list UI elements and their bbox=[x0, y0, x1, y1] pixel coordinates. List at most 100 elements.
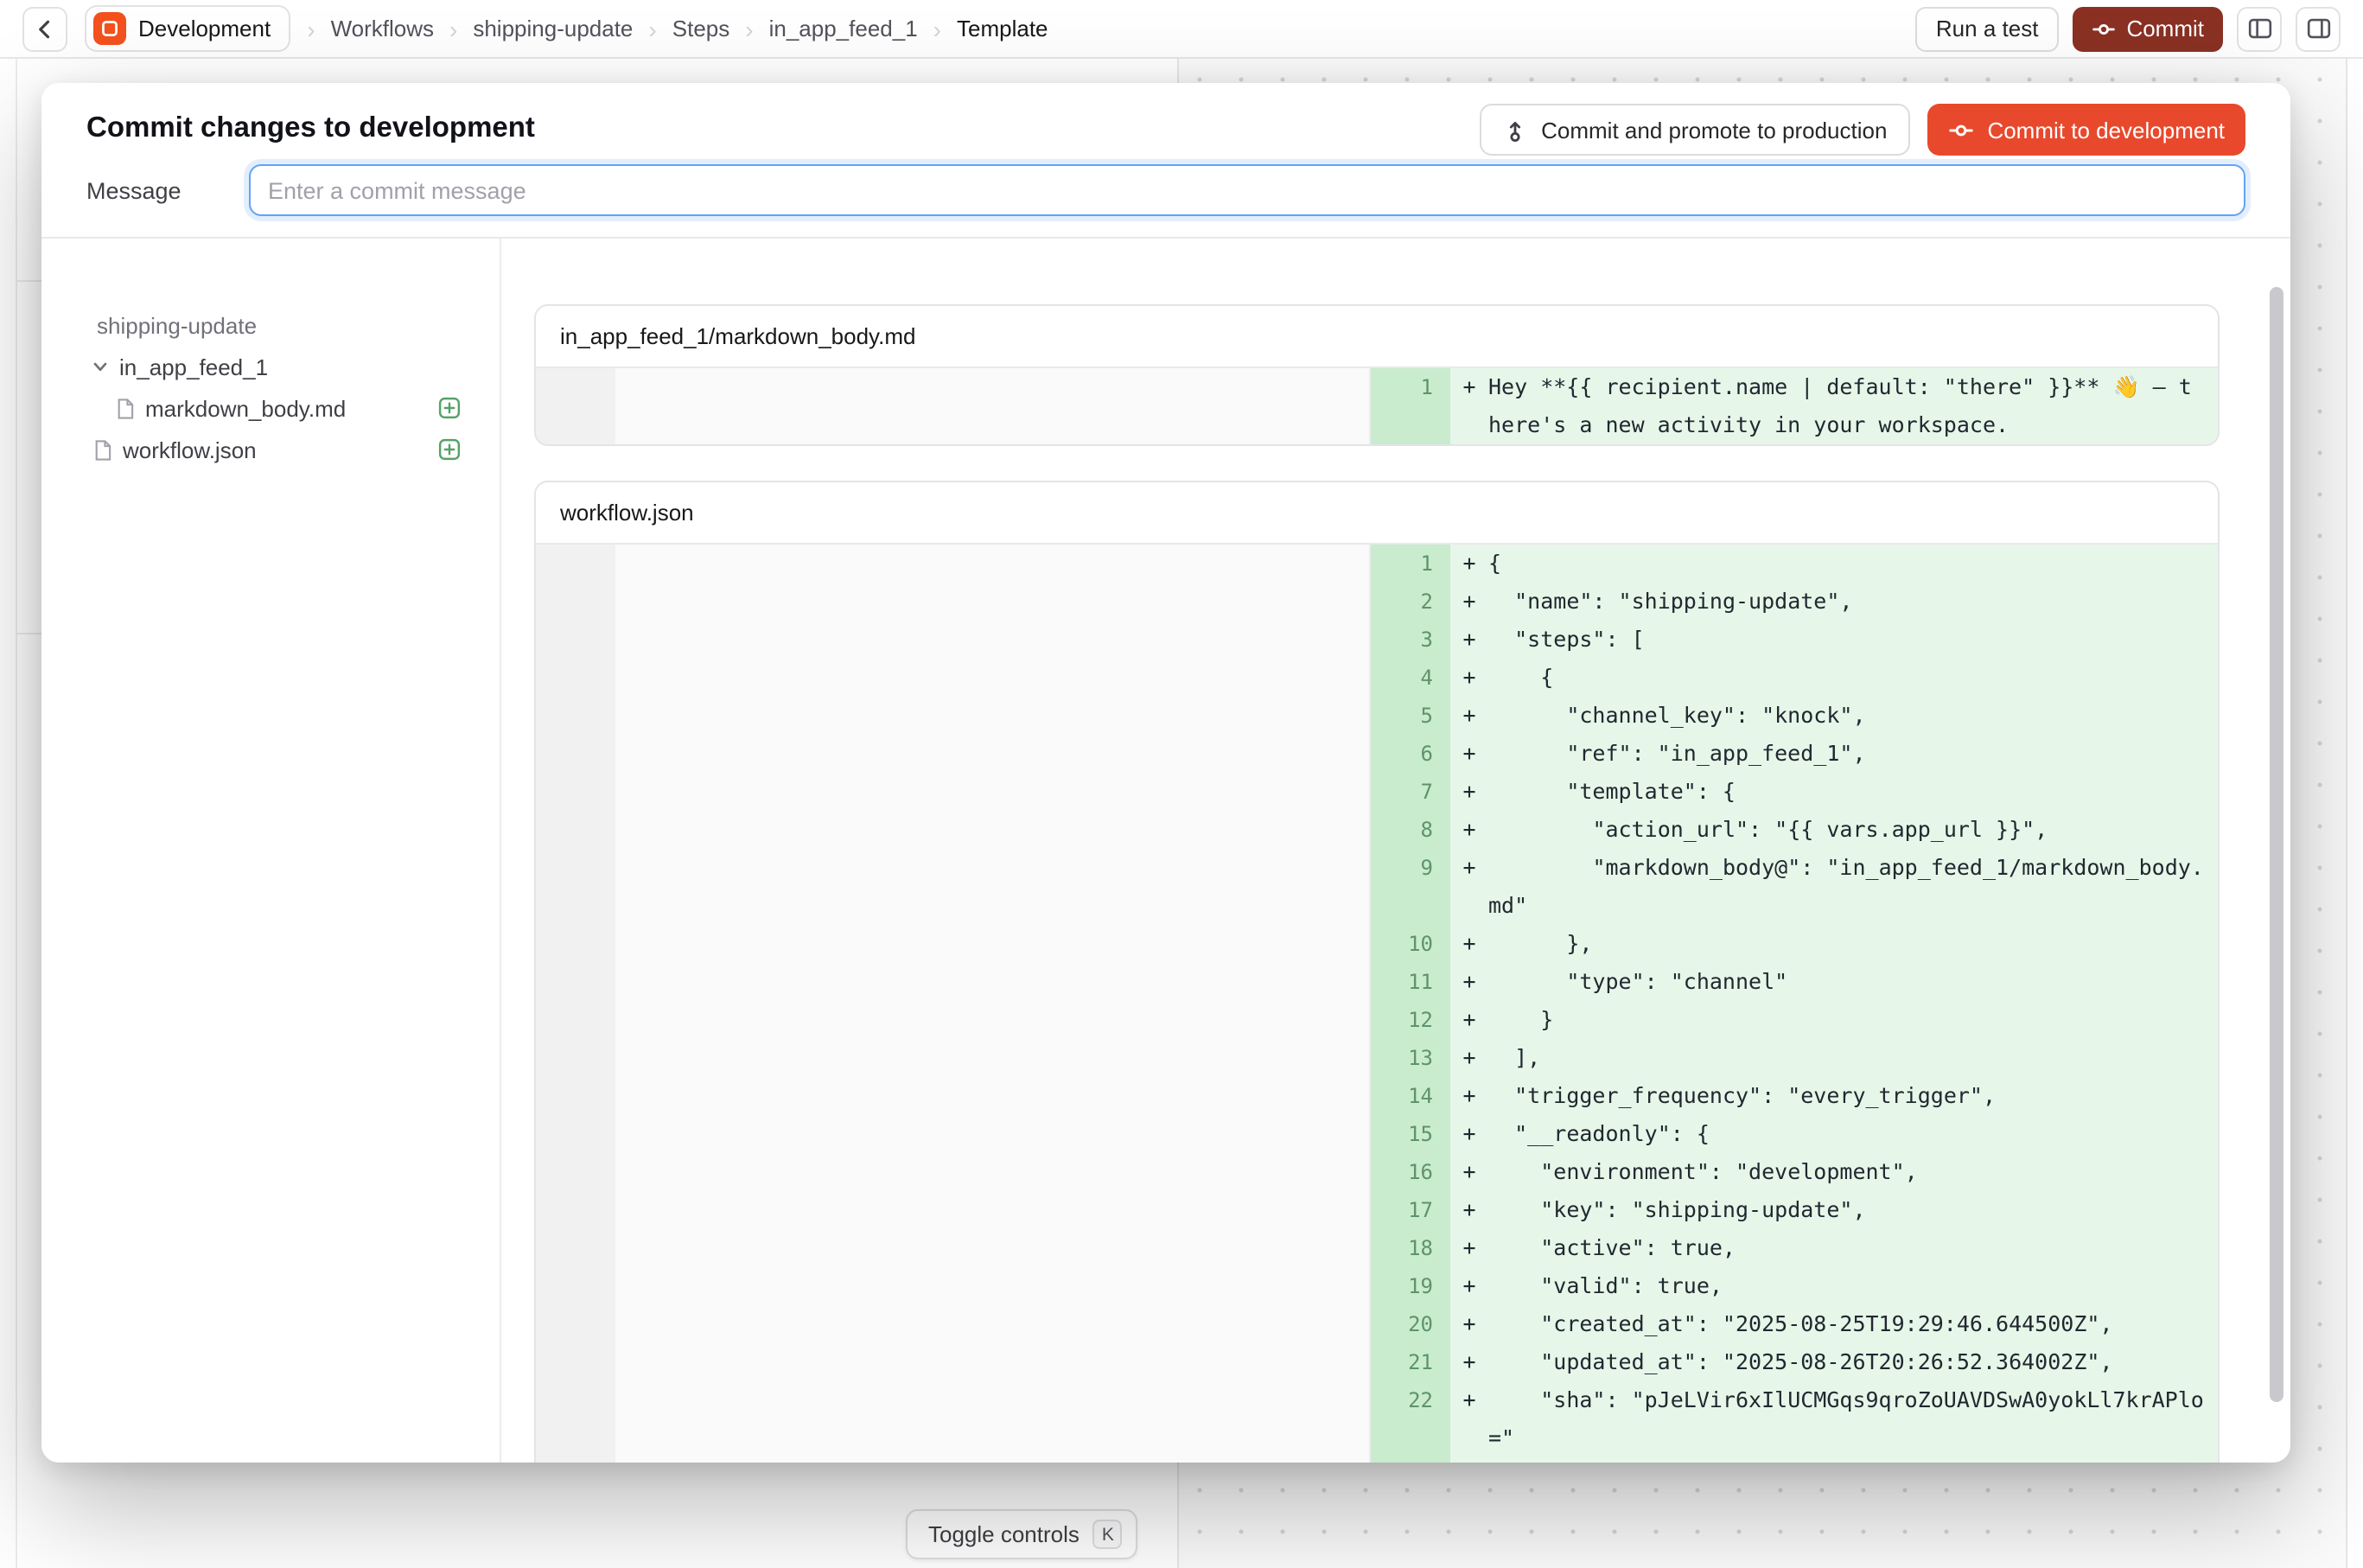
modal-scrollbar-thumb[interactable] bbox=[2270, 287, 2283, 1402]
added-line-code: "environment": "development", bbox=[1488, 1153, 2218, 1191]
breadcrumb-separator-icon: › bbox=[307, 15, 315, 42]
back-button[interactable] bbox=[22, 6, 67, 51]
commit-and-promote-button[interactable]: Commit and promote to production bbox=[1479, 104, 1909, 156]
breadcrumb: ›Workflows›shipping-update›Steps›in_app_… bbox=[307, 15, 1048, 42]
added-line-number: 9 bbox=[1371, 849, 1450, 925]
added-line-number: 10 bbox=[1371, 925, 1450, 963]
diff-plus-sign: + bbox=[1450, 368, 1488, 444]
old-line-gutter bbox=[536, 697, 615, 735]
tree-item-file[interactable]: markdown_body.md bbox=[41, 387, 500, 429]
commit-to-development-button[interactable]: Commit to development bbox=[1927, 104, 2245, 156]
diff-line: 5+ "channel_key": "knock", bbox=[536, 697, 2218, 735]
added-line-number: 2 bbox=[1371, 583, 1450, 621]
diff-lines: 1+{2+ "name": "shipping-update",3+ "step… bbox=[536, 545, 2218, 1463]
tree-item-file[interactable]: workflow.json bbox=[41, 429, 500, 470]
old-line-content bbox=[615, 1267, 1371, 1305]
diff-plus-sign: + bbox=[1450, 925, 1488, 963]
diff-plus-sign: + bbox=[1450, 773, 1488, 811]
added-line-code: "action_url": "{{ vars.app_url }}", bbox=[1488, 811, 2218, 849]
old-line-content bbox=[615, 811, 1371, 849]
keyboard-shortcut-badge: K bbox=[1093, 1520, 1123, 1549]
added-line-number: 17 bbox=[1371, 1191, 1450, 1229]
git-commit-icon bbox=[2092, 16, 2116, 41]
file-icon bbox=[114, 397, 137, 419]
old-line-content bbox=[615, 773, 1371, 811]
added-line-number: 20 bbox=[1371, 1305, 1450, 1343]
environment-label: Development bbox=[138, 16, 271, 41]
chevron-down-icon[interactable] bbox=[90, 356, 111, 377]
added-line-number: 19 bbox=[1371, 1267, 1450, 1305]
diff-line: 13+ ], bbox=[536, 1039, 2218, 1077]
old-line-gutter bbox=[536, 1191, 615, 1229]
commit-message-input[interactable] bbox=[249, 164, 2245, 216]
breadcrumb-item[interactable]: Workflows bbox=[331, 16, 434, 41]
commit-button[interactable]: Commit bbox=[2073, 6, 2223, 51]
added-line-number: 15 bbox=[1371, 1115, 1450, 1153]
old-line-content bbox=[615, 1191, 1371, 1229]
old-line-gutter bbox=[536, 735, 615, 773]
added-line-number: 5 bbox=[1371, 697, 1450, 735]
diff-plus-sign: + bbox=[1450, 963, 1488, 1001]
step-folder-name: in_app_feed_1 bbox=[119, 354, 268, 379]
message-label: Message bbox=[86, 177, 249, 203]
tree-item-workflow[interactable]: shipping-update bbox=[41, 304, 500, 346]
diff-lines: 1+Hey **{{ recipient.name | default: "th… bbox=[536, 368, 2218, 444]
diff-line: 8+ "action_url": "{{ vars.app_url }}", bbox=[536, 811, 2218, 849]
file-name: markdown_body.md bbox=[145, 395, 346, 421]
old-line-content bbox=[615, 735, 1371, 773]
added-line-code: "__readonly": { bbox=[1488, 1115, 2218, 1153]
modal-header-actions: Commit and promote to production Commit … bbox=[1479, 104, 2245, 156]
toggle-left-panel-button[interactable] bbox=[2237, 6, 2282, 51]
old-line-content bbox=[615, 1077, 1371, 1115]
modal-body: shipping-update in_app_feed_1 markdown_b… bbox=[41, 239, 2290, 1463]
diff-plus-sign: + bbox=[1450, 1267, 1488, 1305]
toggle-controls-button[interactable]: Toggle controls K bbox=[906, 1509, 1138, 1559]
added-line-code: "type": "channel" bbox=[1488, 963, 2218, 1001]
diff-card: in_app_feed_1/markdown_body.md 1+Hey **{… bbox=[534, 304, 2220, 446]
old-line-gutter bbox=[536, 1381, 615, 1457]
panel-divider bbox=[16, 633, 41, 634]
added-line-code: "template": { bbox=[1488, 773, 2218, 811]
diff-line: 19+ "valid": true, bbox=[536, 1267, 2218, 1305]
file-icon bbox=[92, 438, 114, 461]
toggle-right-panel-button[interactable] bbox=[2296, 6, 2341, 51]
old-line-gutter bbox=[536, 1229, 615, 1267]
breadcrumb-item[interactable]: shipping-update bbox=[473, 16, 633, 41]
breadcrumb-item[interactable]: Steps bbox=[672, 16, 730, 41]
old-line-gutter bbox=[536, 1457, 615, 1463]
diff-plus-sign: + bbox=[1450, 1191, 1488, 1229]
diff-line: 14+ "trigger_frequency": "every_trigger"… bbox=[536, 1077, 2218, 1115]
breadcrumb-separator-icon: › bbox=[745, 15, 753, 42]
diff-plus-sign: + bbox=[1450, 735, 1488, 773]
diff-plus-sign: + bbox=[1450, 1115, 1488, 1153]
added-line-number: 1 bbox=[1371, 368, 1450, 444]
added-line-code: "valid": true, bbox=[1488, 1267, 2218, 1305]
diff-plus-sign: + bbox=[1450, 659, 1488, 697]
chevron-left-icon bbox=[33, 16, 57, 41]
diff-line: 22+ "sha": "pJeLVir6xIlUCMGqs9qroZoUAVDS… bbox=[536, 1381, 2218, 1457]
added-line-code: "name": "shipping-update", bbox=[1488, 583, 2218, 621]
top-bar: Development › Workflows › shipping-update › S… bbox=[0, 0, 2363, 59]
breadcrumb-item[interactable]: in_app_feed_1 bbox=[769, 16, 918, 41]
workflow-name: shipping-update bbox=[97, 312, 257, 338]
old-line-content bbox=[615, 849, 1371, 925]
file-name: workflow.json bbox=[123, 437, 257, 462]
added-line-number: 8 bbox=[1371, 811, 1450, 849]
tree-item-step-folder[interactable]: in_app_feed_1 bbox=[41, 346, 500, 387]
diff-line: 12+ } bbox=[536, 1001, 2218, 1039]
breadcrumb-item[interactable]: Template bbox=[957, 16, 1048, 41]
commit-message-row: Message bbox=[86, 164, 2245, 216]
environment-selector[interactable]: Development bbox=[85, 5, 290, 52]
added-line-code: "markdown_body@": "in_app_feed_1/markdow… bbox=[1488, 849, 2218, 925]
old-line-content bbox=[615, 1229, 1371, 1267]
breadcrumb-separator-icon: › bbox=[648, 15, 656, 42]
old-line-content bbox=[615, 963, 1371, 1001]
commit-to-development-label: Commit to development bbox=[1987, 117, 2225, 143]
diff-line: 6+ "ref": "in_app_feed_1", bbox=[536, 735, 2218, 773]
added-line-number: 18 bbox=[1371, 1229, 1450, 1267]
added-line-number: 22 bbox=[1371, 1381, 1450, 1457]
diff-line: 17+ "key": "shipping-update", bbox=[536, 1191, 2218, 1229]
top-bar-actions: Run a test Commit bbox=[1915, 6, 2341, 51]
run-a-test-button[interactable]: Run a test bbox=[1915, 6, 2060, 51]
commit-modal: Commit changes to development Commit and… bbox=[41, 83, 2290, 1463]
